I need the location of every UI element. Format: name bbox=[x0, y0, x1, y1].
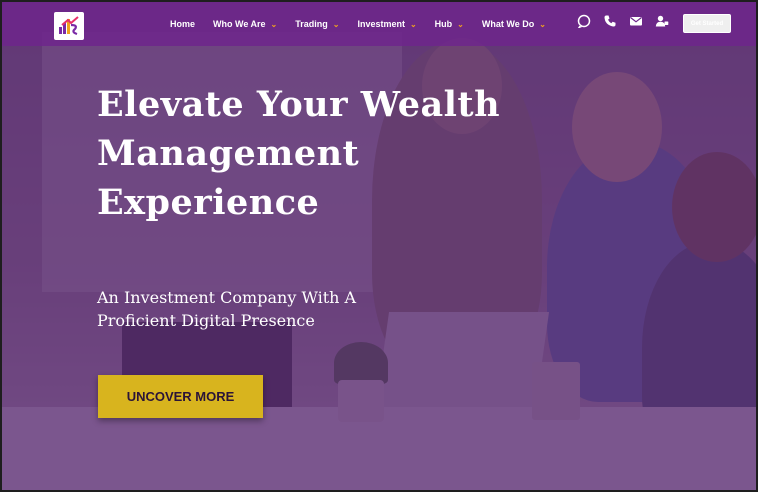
nav-home[interactable]: Home bbox=[170, 19, 195, 29]
nav-hub[interactable]: Hub ⌄ bbox=[435, 19, 464, 29]
hero-title-line: Experience bbox=[97, 182, 320, 223]
uncover-more-button[interactable]: UNCOVER MORE bbox=[98, 375, 263, 418]
mail-icon[interactable] bbox=[629, 14, 643, 28]
nav-trading-label: Trading bbox=[295, 19, 328, 29]
hero-title-line: Management bbox=[97, 133, 360, 174]
page: Home Who We Are ⌄ Trading ⌄ Investment ⌄… bbox=[0, 0, 758, 492]
brand-logo[interactable] bbox=[54, 12, 84, 40]
chevron-down-icon: ⌄ bbox=[457, 19, 464, 29]
hero-title: Elevate Your Wealth Management Experienc… bbox=[97, 80, 577, 227]
hero-title-line: Elevate Your Wealth bbox=[97, 84, 501, 125]
logo-mark-icon bbox=[59, 16, 79, 36]
user-icon[interactable] bbox=[655, 14, 669, 28]
nav-investment[interactable]: Investment ⌄ bbox=[357, 19, 416, 29]
chevron-down-icon: ⌄ bbox=[539, 19, 546, 29]
nav-who-we-are[interactable]: Who We Are ⌄ bbox=[213, 19, 277, 29]
main-nav: Home Who We Are ⌄ Trading ⌄ Investment ⌄… bbox=[170, 2, 564, 46]
chevron-down-icon: ⌄ bbox=[409, 19, 417, 29]
hero-subtitle-line: Proficient Digital Presence bbox=[97, 311, 315, 330]
nav-hub-label: Hub bbox=[434, 19, 453, 29]
nav-home-label: Home bbox=[170, 19, 196, 29]
chevron-down-icon: ⌄ bbox=[332, 19, 340, 29]
header-icons bbox=[577, 14, 681, 28]
nav-investment-label: Investment bbox=[357, 19, 405, 29]
nav-who-we-are-label: Who We Are bbox=[213, 19, 266, 29]
nav-what-we-do-label: What We Do bbox=[481, 19, 535, 29]
hero-subtitle-line: An Investment Company With A bbox=[97, 288, 357, 307]
phone-icon[interactable] bbox=[603, 14, 617, 28]
whatsapp-icon[interactable] bbox=[577, 14, 591, 28]
nav-what-we-do[interactable]: What We Do ⌄ bbox=[482, 19, 546, 29]
site-header: Home Who We Are ⌄ Trading ⌄ Investment ⌄… bbox=[2, 2, 756, 46]
chevron-down-icon: ⌄ bbox=[270, 19, 278, 29]
nav-trading[interactable]: Trading ⌄ bbox=[295, 19, 339, 29]
hero-subtitle: An Investment Company With A Proficient … bbox=[97, 286, 437, 332]
get-started-button[interactable]: Get Started bbox=[683, 14, 731, 33]
